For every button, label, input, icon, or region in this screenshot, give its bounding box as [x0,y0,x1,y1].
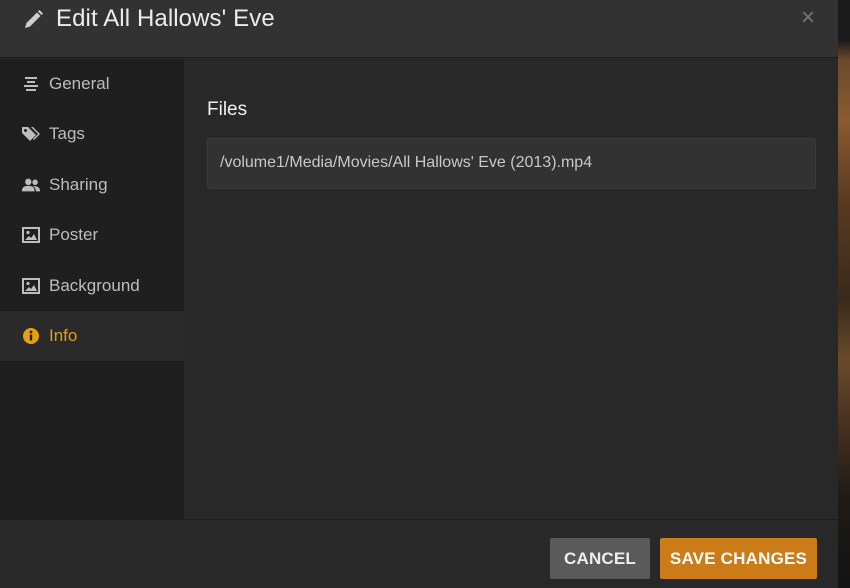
info-panel: Files /volume1/Media/Movies/All Hallows'… [184,59,838,519]
modal-footer: CANCEL SAVE CHANGES [0,519,838,588]
align-center-icon [21,74,41,94]
sidebar-item-label: Background [49,276,140,295]
sidebar-item-label: Tags [49,124,85,143]
tags-icon [21,124,41,144]
file-path-box: /volume1/Media/Movies/All Hallows' Eve (… [207,138,816,189]
modal-title: Edit All Hallows' Eve [56,5,275,32]
info-icon [21,326,41,346]
sidebar: General Tags Sharing Poster Background I… [0,59,184,519]
save-changes-button[interactable]: SAVE CHANGES [660,538,817,579]
sidebar-item-label: Info [49,326,78,345]
modal-header: Edit All Hallows' Eve × [0,0,838,58]
file-path: /volume1/Media/Movies/All Hallows' Eve (… [220,154,593,171]
sidebar-item-info[interactable]: Info [0,311,184,361]
backdrop-artwork [838,0,850,588]
sidebar-item-background[interactable]: Background [0,261,184,311]
edit-modal: Edit All Hallows' Eve × General Tags Sha… [0,0,838,588]
close-icon[interactable]: × [796,6,820,30]
sidebar-item-poster[interactable]: Poster [0,210,184,260]
sidebar-item-sharing[interactable]: Sharing [0,160,184,210]
users-icon [21,175,41,195]
sidebar-item-label: Sharing [49,175,108,194]
cancel-button[interactable]: CANCEL [550,538,650,579]
picture-icon [21,225,41,245]
section-title: Files [207,99,248,120]
pencil-icon [22,9,44,31]
picture-icon [21,276,41,296]
sidebar-item-label: Poster [49,225,99,244]
sidebar-item-label: General [49,74,110,93]
sidebar-item-general[interactable]: General [0,59,184,109]
sidebar-item-tags[interactable]: Tags [0,109,184,159]
